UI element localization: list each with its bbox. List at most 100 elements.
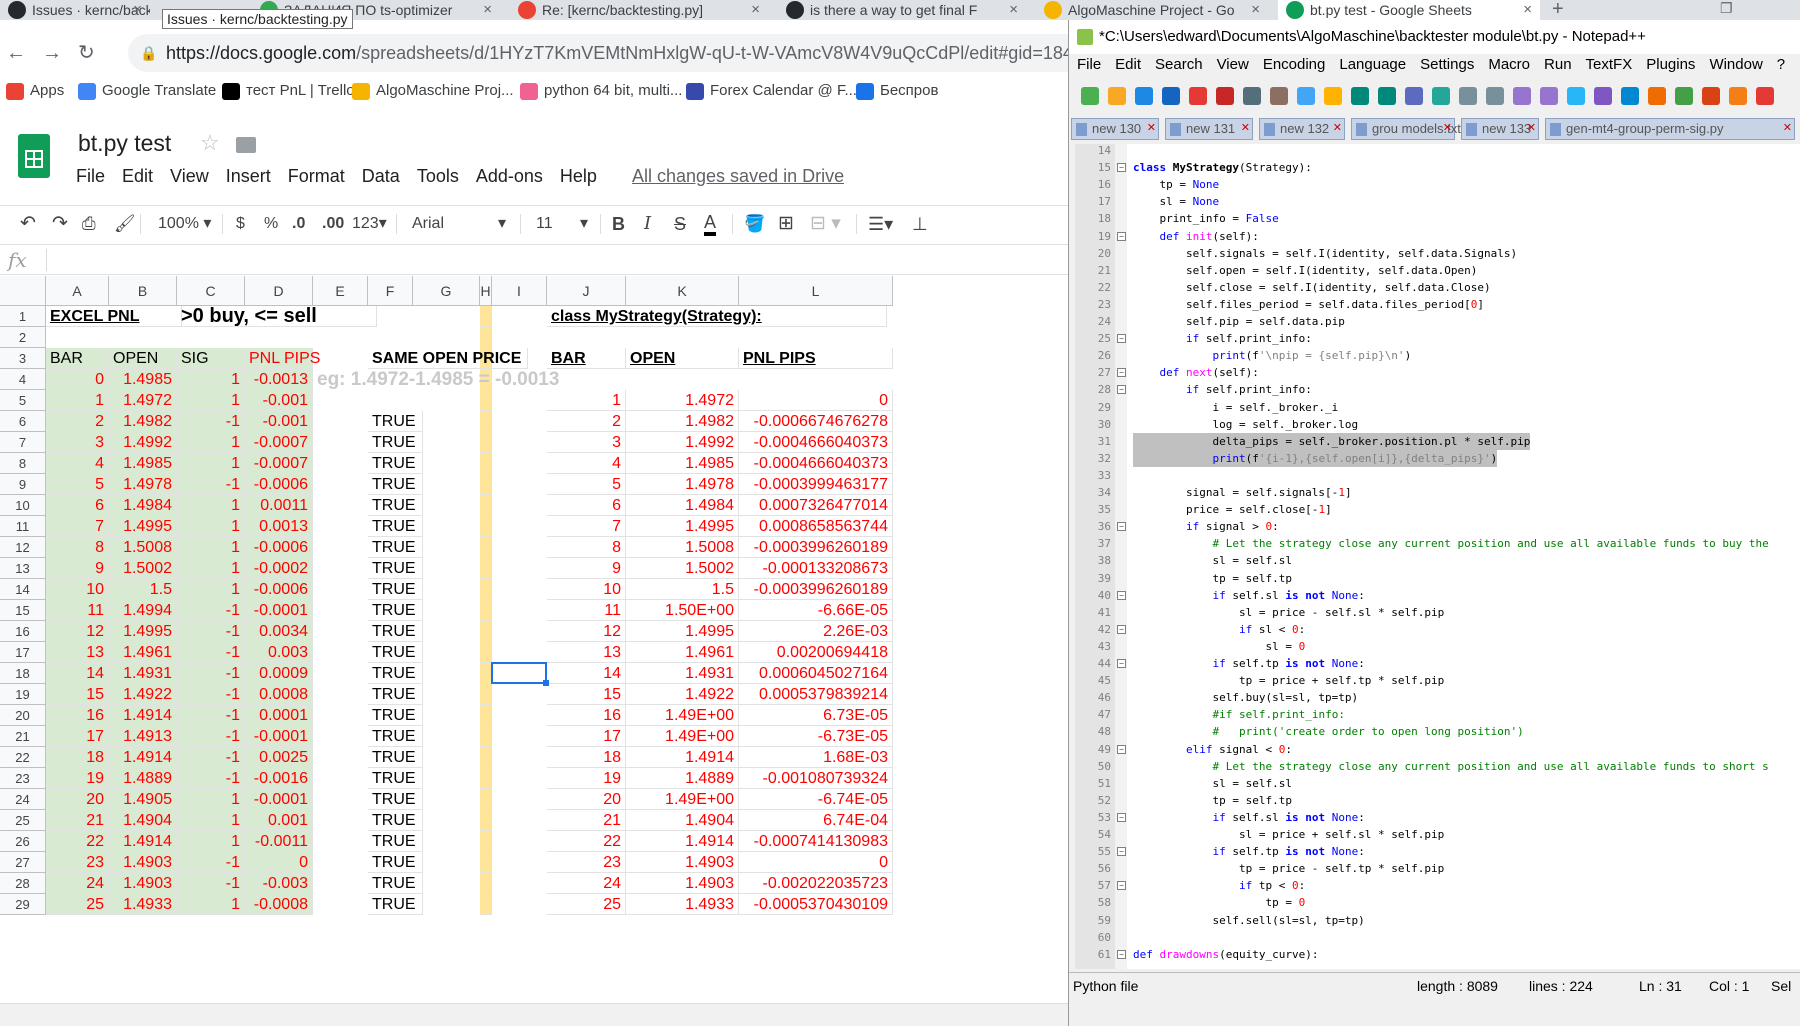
same-open-cell[interactable]: TRUE	[368, 747, 423, 768]
row-header[interactable]: 24	[0, 789, 46, 810]
column-header-c[interactable]: C	[177, 276, 245, 306]
menu-addons[interactable]: Add-ons	[476, 166, 543, 186]
table-cell[interactable]: -1	[177, 684, 245, 705]
browser-tab[interactable]: Issues · kernc/backtesting×	[0, 0, 150, 20]
indent-guide-icon[interactable]	[1621, 87, 1639, 105]
all-chars-icon[interactable]	[1594, 87, 1612, 105]
table-cell[interactable]: 23	[46, 852, 109, 873]
undo-icon[interactable]	[1351, 87, 1369, 105]
same-open-cell[interactable]: TRUE	[368, 600, 423, 621]
yellow-fill-cell[interactable]	[480, 726, 492, 747]
menu-insert[interactable]: Insert	[226, 166, 271, 186]
column-header-d[interactable]: D	[245, 276, 313, 306]
same-open-cell[interactable]: TRUE	[368, 579, 423, 600]
class-heading[interactable]: class MyStrategy(Strategy):	[547, 306, 887, 327]
row-header[interactable]: 16	[0, 621, 46, 642]
row-header[interactable]: 13	[0, 558, 46, 579]
fold-toggle-icon[interactable]: −	[1117, 231, 1126, 241]
bookmark-item[interactable]: python 64 bit, multi...	[520, 82, 682, 100]
merge-cells-icon[interactable]: ⊟ ▾	[810, 212, 841, 236]
selected-cell[interactable]	[491, 662, 549, 686]
npp-menu-window[interactable]: Window	[1709, 56, 1762, 73]
table-cell[interactable]: 1.4903	[626, 852, 739, 873]
table-cell[interactable]: -0.0001	[245, 726, 313, 747]
table-cell[interactable]: 18	[547, 747, 626, 768]
npp-menu-run[interactable]: Run	[1544, 56, 1572, 73]
same-open-cell[interactable]: TRUE	[368, 810, 423, 831]
table-cell[interactable]: 17	[547, 726, 626, 747]
same-open-cell[interactable]: TRUE	[368, 474, 423, 495]
decrease-decimal-button[interactable]: .0	[292, 212, 305, 236]
table-cell[interactable]: 25	[46, 894, 109, 915]
valign-icon[interactable]: ⊥	[912, 212, 928, 236]
table-cell[interactable]: -0.0007	[245, 453, 313, 474]
table-cell[interactable]: 0.0008	[245, 684, 313, 705]
table-cell[interactable]: 0.0007326477014	[739, 495, 893, 516]
col-pnl-header-right[interactable]: PNL PIPS	[739, 348, 893, 369]
table-cell[interactable]: -0.003	[245, 873, 313, 894]
column-header-a[interactable]: A	[46, 276, 109, 306]
table-cell[interactable]: -0.002022035723	[739, 873, 893, 894]
table-cell[interactable]: 1.50E+00	[626, 600, 739, 621]
table-cell[interactable]: 1.4933	[626, 894, 739, 915]
sync-h-icon[interactable]	[1540, 87, 1558, 105]
table-cell[interactable]: 2	[547, 411, 626, 432]
table-cell[interactable]: 22	[547, 831, 626, 852]
table-cell[interactable]: 1	[177, 516, 245, 537]
table-cell[interactable]: -0.0011	[245, 831, 313, 852]
yellow-fill-cell[interactable]	[480, 516, 492, 537]
npp-tab-close-icon[interactable]: ✕	[1783, 118, 1792, 138]
tab-close-icon[interactable]: ×	[1251, 0, 1260, 20]
fold-toggle-icon[interactable]: −	[1117, 847, 1126, 857]
table-cell[interactable]: 24	[547, 873, 626, 894]
table-cell[interactable]: -0.001	[245, 411, 313, 432]
table-cell[interactable]: 1	[46, 390, 109, 411]
table-cell[interactable]: 23	[547, 852, 626, 873]
table-cell[interactable]: 0	[739, 390, 893, 411]
back-icon[interactable]: ←	[6, 34, 26, 72]
table-cell[interactable]: 15	[46, 684, 109, 705]
percent-format-button[interactable]: %	[264, 212, 278, 236]
table-cell[interactable]: 1.4992	[626, 432, 739, 453]
table-cell[interactable]: 12	[547, 621, 626, 642]
table-cell[interactable]: -6.66E-05	[739, 600, 893, 621]
wrap-icon[interactable]	[1567, 87, 1585, 105]
open-file-icon[interactable]	[1108, 87, 1126, 105]
doc-map-icon[interactable]	[1675, 87, 1693, 105]
table-cell[interactable]: 1	[177, 789, 245, 810]
table-cell[interactable]: 22	[46, 831, 109, 852]
yellow-fill-cell[interactable]	[480, 600, 492, 621]
bookmark-item[interactable]: Forex Calendar @ F...	[686, 82, 857, 100]
table-cell[interactable]: 1.4984	[109, 495, 177, 516]
horizontal-scrollbar[interactable]	[0, 1003, 1070, 1026]
row-header[interactable]: 5	[0, 390, 46, 411]
npp-menu-encoding[interactable]: Encoding	[1263, 56, 1326, 73]
col-open-header-right[interactable]: OPEN	[626, 348, 739, 369]
table-cell[interactable]: 1.4914	[109, 705, 177, 726]
browser-tab[interactable]: is there a way to get final F ×	[778, 0, 1026, 20]
table-cell[interactable]: 3	[547, 432, 626, 453]
table-cell[interactable]: -1	[177, 852, 245, 873]
save-all-icon[interactable]	[1162, 87, 1180, 105]
table-cell[interactable]: 1.4995	[626, 621, 739, 642]
bold-button[interactable]: B	[612, 212, 625, 236]
menu-help[interactable]: Help	[560, 166, 597, 186]
yellow-fill-cell[interactable]	[480, 852, 492, 873]
redo-icon[interactable]: ↷	[52, 212, 68, 236]
table-cell[interactable]: -0.0004666040373	[739, 453, 893, 474]
bookmark-item[interactable]: Apps	[6, 82, 64, 100]
close-icon[interactable]	[1189, 87, 1207, 105]
table-cell[interactable]: 1.4992	[109, 432, 177, 453]
row-header[interactable]: 29	[0, 894, 46, 915]
copy-icon[interactable]	[1297, 87, 1315, 105]
npp-menu-view[interactable]: View	[1217, 56, 1249, 73]
table-cell[interactable]: 0.0011	[245, 495, 313, 516]
col-open-header[interactable]: OPEN	[109, 348, 177, 369]
table-cell[interactable]: 1	[177, 537, 245, 558]
table-cell[interactable]: 1.4995	[109, 516, 177, 537]
bookmark-item[interactable]: Google Translate	[78, 82, 216, 100]
table-cell[interactable]: 6.73E-05	[739, 705, 893, 726]
table-cell[interactable]: 1	[177, 810, 245, 831]
code-editor[interactable]: 14 15− class MyStrategy(Strategy): 16 tp = …	[1075, 144, 1800, 969]
yellow-fill-cell[interactable]	[480, 684, 492, 705]
